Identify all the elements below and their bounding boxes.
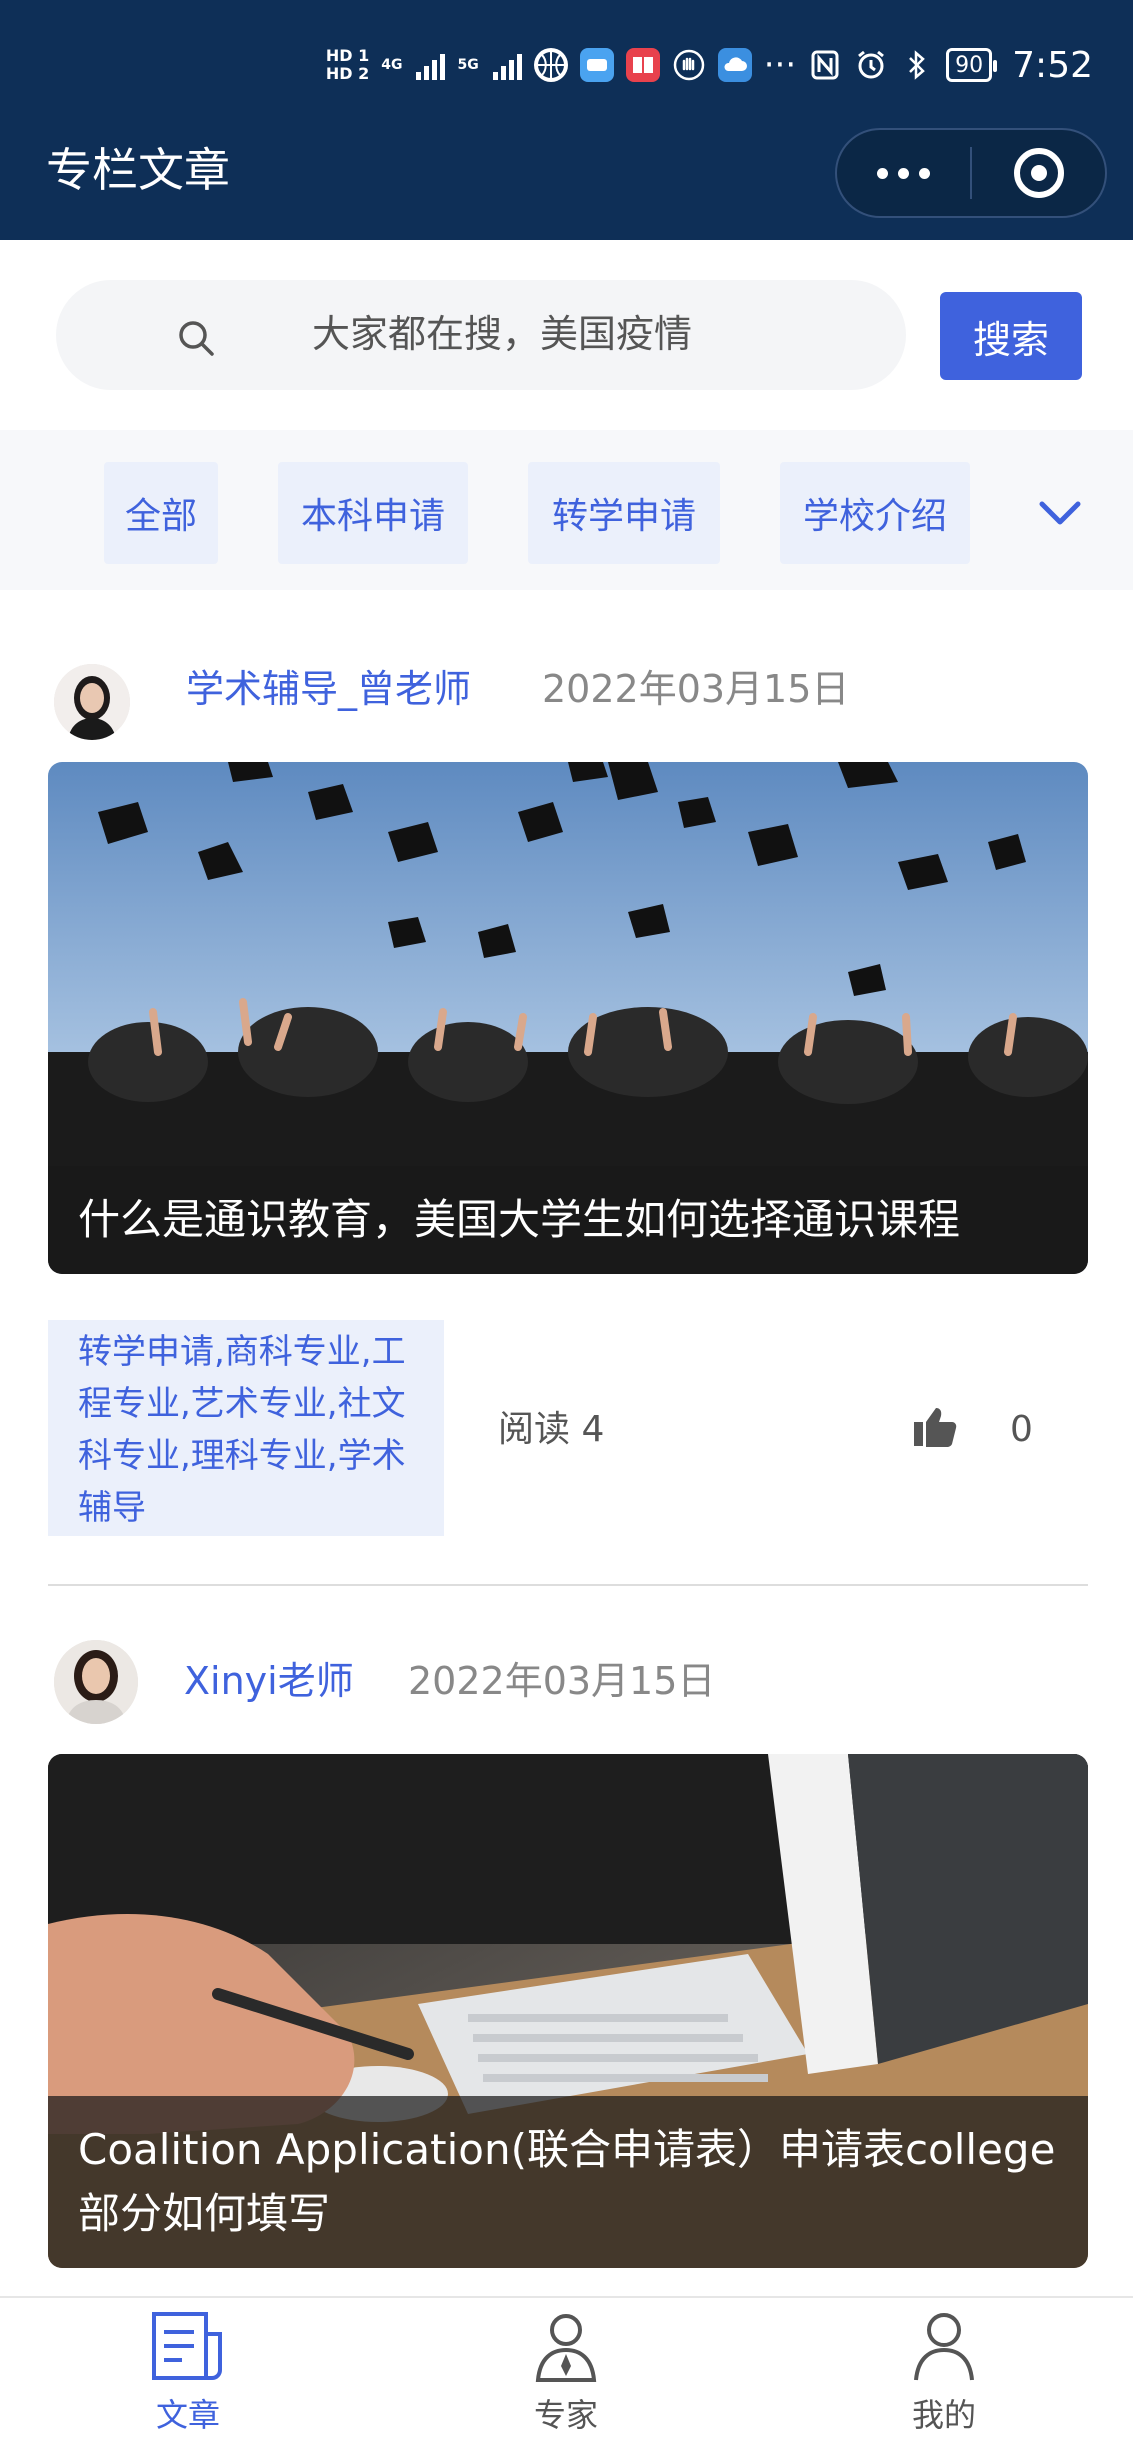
mini-program-capsule: [835, 128, 1107, 218]
article-date: 2022年03月15日: [542, 667, 850, 711]
article-date: 2022年03月15日: [408, 1659, 716, 1703]
divider: [48, 1584, 1088, 1586]
tab-undergrad-application[interactable]: 本科申请: [278, 462, 468, 564]
more-options-icon[interactable]: [837, 167, 970, 179]
avatar[interactable]: [54, 664, 130, 740]
article-tags: 转学申请,商科专业,工程专业,艺术专业,社文科专业,理科专业,学术辅导: [48, 1320, 444, 1536]
article-cover[interactable]: 什么是通识教育，美国大学生如何选择通识课程: [48, 762, 1088, 1274]
nav-label-mine: 我的: [911, 2396, 976, 2434]
read-count: 阅读 4: [498, 1409, 605, 1450]
alarm-icon: [854, 48, 888, 82]
hand-icon: [672, 48, 706, 82]
tab-transfer-application[interactable]: 转学申请: [528, 462, 720, 564]
page-title: 专栏文章: [46, 143, 230, 197]
article-cover[interactable]: Coalition Application(联合申请表）申请表college部分…: [48, 1754, 1088, 2268]
network-label-2: 5G: [457, 57, 479, 73]
signal-icon: [416, 50, 446, 80]
battery-icon: 90: [946, 48, 998, 82]
author-name[interactable]: Xinyi老师: [184, 1656, 354, 1706]
like-count: 0: [1010, 1409, 1033, 1450]
weather-app-icon: [717, 48, 752, 82]
signal-icon-2: [492, 50, 522, 80]
nav-tab-experts[interactable]: 专家: [466, 2310, 666, 2450]
basketball-app-icon: [533, 48, 568, 82]
close-mini-program-button[interactable]: [972, 148, 1105, 198]
clock: 7:52: [1012, 44, 1093, 86]
target-icon: [1013, 148, 1064, 198]
article-title[interactable]: 什么是通识教育，美国大学生如何选择通识课程: [48, 1166, 1088, 1274]
nav-tab-mine[interactable]: 我的: [844, 2310, 1044, 2450]
app-header: HD 1 HD 2 4G 5G ··· 90 7:52 专栏文章: [0, 0, 1133, 240]
nav-tab-articles[interactable]: 文章: [88, 2310, 288, 2450]
author-name[interactable]: 学术辅导_曾老师: [186, 664, 471, 714]
nav-label-articles: 文章: [155, 2396, 220, 2434]
avatar[interactable]: [54, 1640, 138, 1724]
article-icon: [152, 2312, 222, 2380]
hd-signal-icon: HD 1 HD 2: [325, 46, 370, 83]
tab-all[interactable]: 全部: [104, 462, 218, 564]
search-button[interactable]: 搜索: [940, 292, 1082, 380]
article-title[interactable]: Coalition Application(联合申请表）申请表college部分…: [48, 2096, 1088, 2268]
nfc-icon: [808, 48, 842, 82]
profile-icon: [914, 2313, 974, 2381]
book-app-icon: [625, 48, 660, 82]
search-input[interactable]: [312, 304, 872, 364]
status-bar: HD 1 HD 2 4G 5G ··· 90 7:52: [326, 30, 1093, 100]
bluetooth-icon: [900, 48, 934, 82]
expert-icon: [535, 2314, 597, 2382]
tab-school-intro[interactable]: 学校介绍: [780, 462, 970, 564]
more-notifications-icon: ···: [763, 45, 797, 85]
search-icon: [179, 321, 214, 356]
chevron-down-icon[interactable]: [1036, 494, 1084, 534]
nav-label-experts: 专家: [533, 2396, 598, 2434]
network-label: 4G: [381, 57, 403, 73]
thumbs-up-icon[interactable]: [912, 1404, 958, 1450]
chat-app-icon: [579, 48, 614, 82]
